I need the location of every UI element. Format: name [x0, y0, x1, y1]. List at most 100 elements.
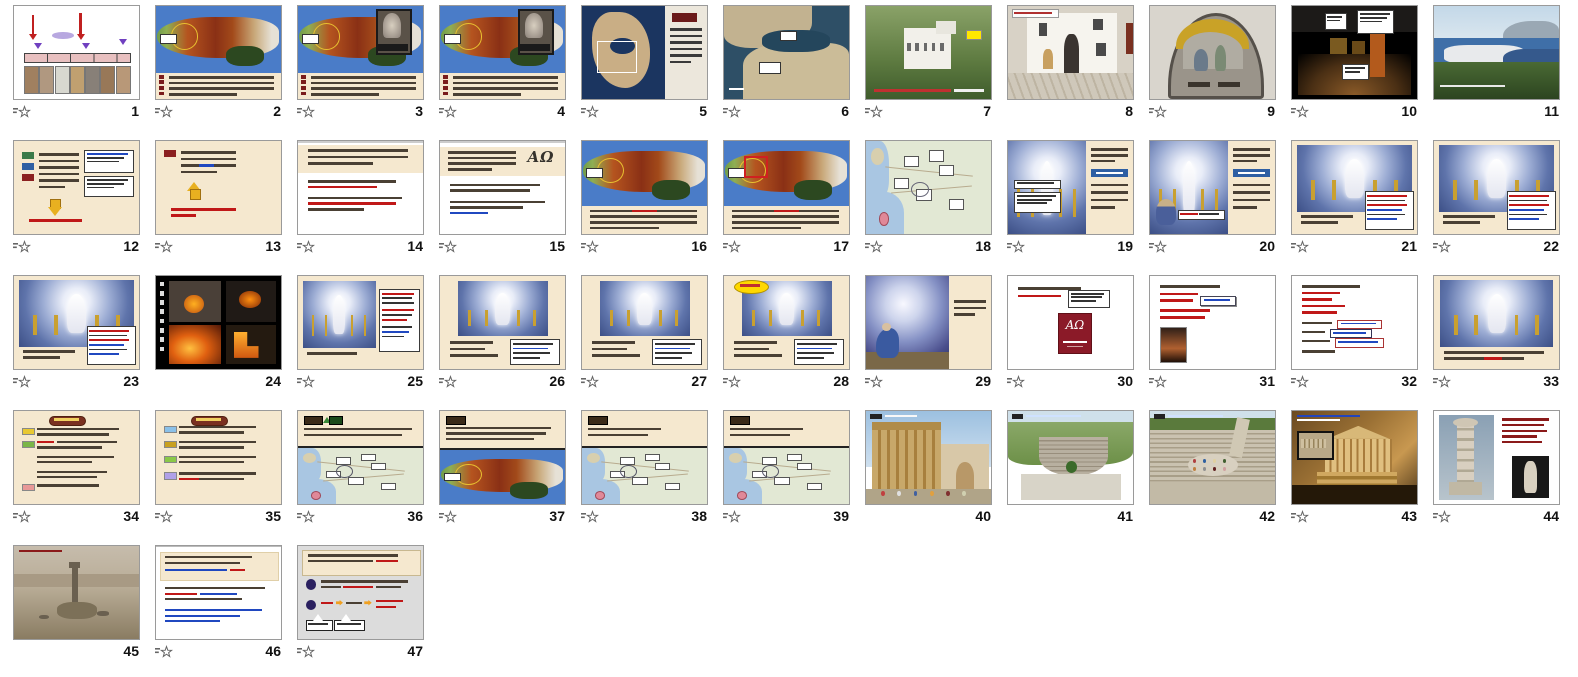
animation-indicator-icon[interactable]	[1007, 375, 1025, 390]
art-layer	[308, 186, 377, 189]
slide-thumbnail-36[interactable]	[297, 410, 424, 505]
slide-thumbnail-33[interactable]	[1433, 275, 1560, 370]
slide-thumbnail-14[interactable]	[297, 140, 424, 235]
animation-indicator-icon[interactable]	[1291, 240, 1309, 255]
slide-thumbnail-1[interactable]	[13, 5, 140, 100]
animation-indicator-icon[interactable]	[865, 240, 883, 255]
art-layer	[308, 180, 396, 183]
slide-thumbnail-35[interactable]	[155, 410, 282, 505]
animation-indicator-icon[interactable]	[1291, 105, 1309, 120]
slide-thumbnail-24[interactable]	[155, 275, 282, 370]
slide-thumbnail-23[interactable]	[13, 275, 140, 370]
slide-thumbnail-27[interactable]	[581, 275, 708, 370]
slide-thumbnail-12[interactable]	[13, 140, 140, 235]
animation-indicator-icon[interactable]	[723, 240, 741, 255]
slide-thumbnail-39[interactable]	[723, 410, 850, 505]
animation-indicator-icon[interactable]	[439, 240, 457, 255]
slide-thumbnail-21[interactable]	[1291, 140, 1418, 235]
animation-indicator-icon[interactable]	[1149, 240, 1167, 255]
animation-indicator-icon[interactable]	[155, 510, 173, 525]
slide-thumbnail-20[interactable]	[1149, 140, 1276, 235]
art-layer	[866, 489, 991, 504]
animation-indicator-icon[interactable]	[1149, 105, 1167, 120]
animation-indicator-icon[interactable]	[581, 375, 599, 390]
animation-indicator-icon[interactable]	[155, 645, 173, 660]
art-layer	[159, 86, 165, 90]
animation-indicator-icon[interactable]	[1149, 375, 1167, 390]
slide-thumbnail-26[interactable]	[439, 275, 566, 370]
slide-thumbnail-30[interactable]: ΑΩ	[1007, 275, 1134, 370]
animation-indicator-icon[interactable]	[297, 105, 315, 120]
animation-indicator-icon[interactable]	[581, 105, 599, 120]
art-layer	[1502, 441, 1542, 443]
animation-indicator-icon[interactable]	[439, 375, 457, 390]
animation-indicator-icon[interactable]	[1007, 240, 1025, 255]
animation-indicator-icon[interactable]	[1433, 510, 1451, 525]
slide-thumbnail-38[interactable]	[581, 410, 708, 505]
slide-thumbnail-42[interactable]	[1149, 410, 1276, 505]
slide-thumbnail-41[interactable]	[1007, 410, 1134, 505]
animation-indicator-icon[interactable]	[297, 240, 315, 255]
animation-indicator-icon[interactable]	[723, 510, 741, 525]
slide-thumbnail-11[interactable]	[1433, 5, 1560, 100]
art-layer	[308, 149, 408, 152]
animation-indicator-icon[interactable]	[297, 510, 315, 525]
slide-thumbnail-2[interactable]	[155, 5, 282, 100]
slide-thumbnail-18[interactable]	[865, 140, 992, 235]
slide-thumbnail-44[interactable]	[1433, 410, 1560, 505]
animation-indicator-icon[interactable]	[581, 240, 599, 255]
animation-indicator-icon[interactable]	[13, 510, 31, 525]
animation-indicator-icon[interactable]	[865, 375, 883, 390]
animation-indicator-icon[interactable]	[13, 105, 31, 120]
animation-indicator-icon[interactable]	[439, 510, 457, 525]
slide-thumbnail-4[interactable]	[439, 5, 566, 100]
slide-thumbnail-43[interactable]	[1291, 410, 1418, 505]
animation-indicator-icon[interactable]	[1291, 375, 1309, 390]
slide-thumbnail-45[interactable]	[13, 545, 140, 640]
slide-thumbnail-17[interactable]	[723, 140, 850, 235]
slide-thumbnail-7[interactable]	[865, 5, 992, 100]
animation-indicator-icon[interactable]	[865, 105, 883, 120]
animation-indicator-icon[interactable]	[155, 105, 173, 120]
slide-thumbnail-19[interactable]	[1007, 140, 1134, 235]
slide-thumbnail-22[interactable]	[1433, 140, 1560, 235]
slide-thumbnail-5[interactable]	[581, 5, 708, 100]
slide-thumbnail-34[interactable]	[13, 410, 140, 505]
art-layer	[308, 208, 364, 211]
slide-thumbnail-40[interactable]	[865, 410, 992, 505]
slide-thumbnail-9[interactable]	[1149, 5, 1276, 100]
slide-thumbnail-15[interactable]: ΑΩ	[439, 140, 566, 235]
animation-indicator-icon[interactable]	[1433, 240, 1451, 255]
art-layer	[817, 310, 820, 327]
slide-thumbnail-37[interactable]	[439, 410, 566, 505]
animation-indicator-icon[interactable]	[723, 375, 741, 390]
slide-thumbnail-10[interactable]	[1291, 5, 1418, 100]
slide-thumbnail-25[interactable]	[297, 275, 424, 370]
animation-indicator-icon[interactable]	[13, 375, 31, 390]
slide-thumbnail-6[interactable]	[723, 5, 850, 100]
art-layer	[450, 184, 540, 187]
art-layer	[1067, 346, 1083, 347]
animation-indicator-icon[interactable]	[297, 375, 315, 390]
slide-number: 11	[1544, 103, 1559, 119]
animation-indicator-icon[interactable]	[581, 510, 599, 525]
animation-indicator-icon[interactable]	[723, 105, 741, 120]
slide-thumbnail-46[interactable]	[155, 545, 282, 640]
slide-thumbnail-3[interactable]	[297, 5, 424, 100]
slide-thumbnail-16[interactable]	[581, 140, 708, 235]
animation-indicator-icon[interactable]	[13, 240, 31, 255]
slide-thumbnail-8[interactable]	[1007, 5, 1134, 100]
animation-indicator-icon[interactable]	[1291, 510, 1309, 525]
slide-thumbnail-29[interactable]	[865, 275, 992, 370]
slide-thumbnail-28[interactable]	[723, 275, 850, 370]
animation-indicator-icon[interactable]	[155, 240, 173, 255]
animation-indicator-icon[interactable]	[439, 105, 457, 120]
art-layer	[1063, 341, 1087, 342]
art-layer	[37, 441, 55, 443]
slide-thumbnail-32[interactable]	[1291, 275, 1418, 370]
animation-indicator-icon[interactable]	[297, 645, 315, 660]
slide-thumbnail-31[interactable]	[1149, 275, 1276, 370]
animation-indicator-icon[interactable]	[1433, 375, 1451, 390]
slide-thumbnail-13[interactable]	[155, 140, 282, 235]
slide-thumbnail-47[interactable]	[297, 545, 424, 640]
